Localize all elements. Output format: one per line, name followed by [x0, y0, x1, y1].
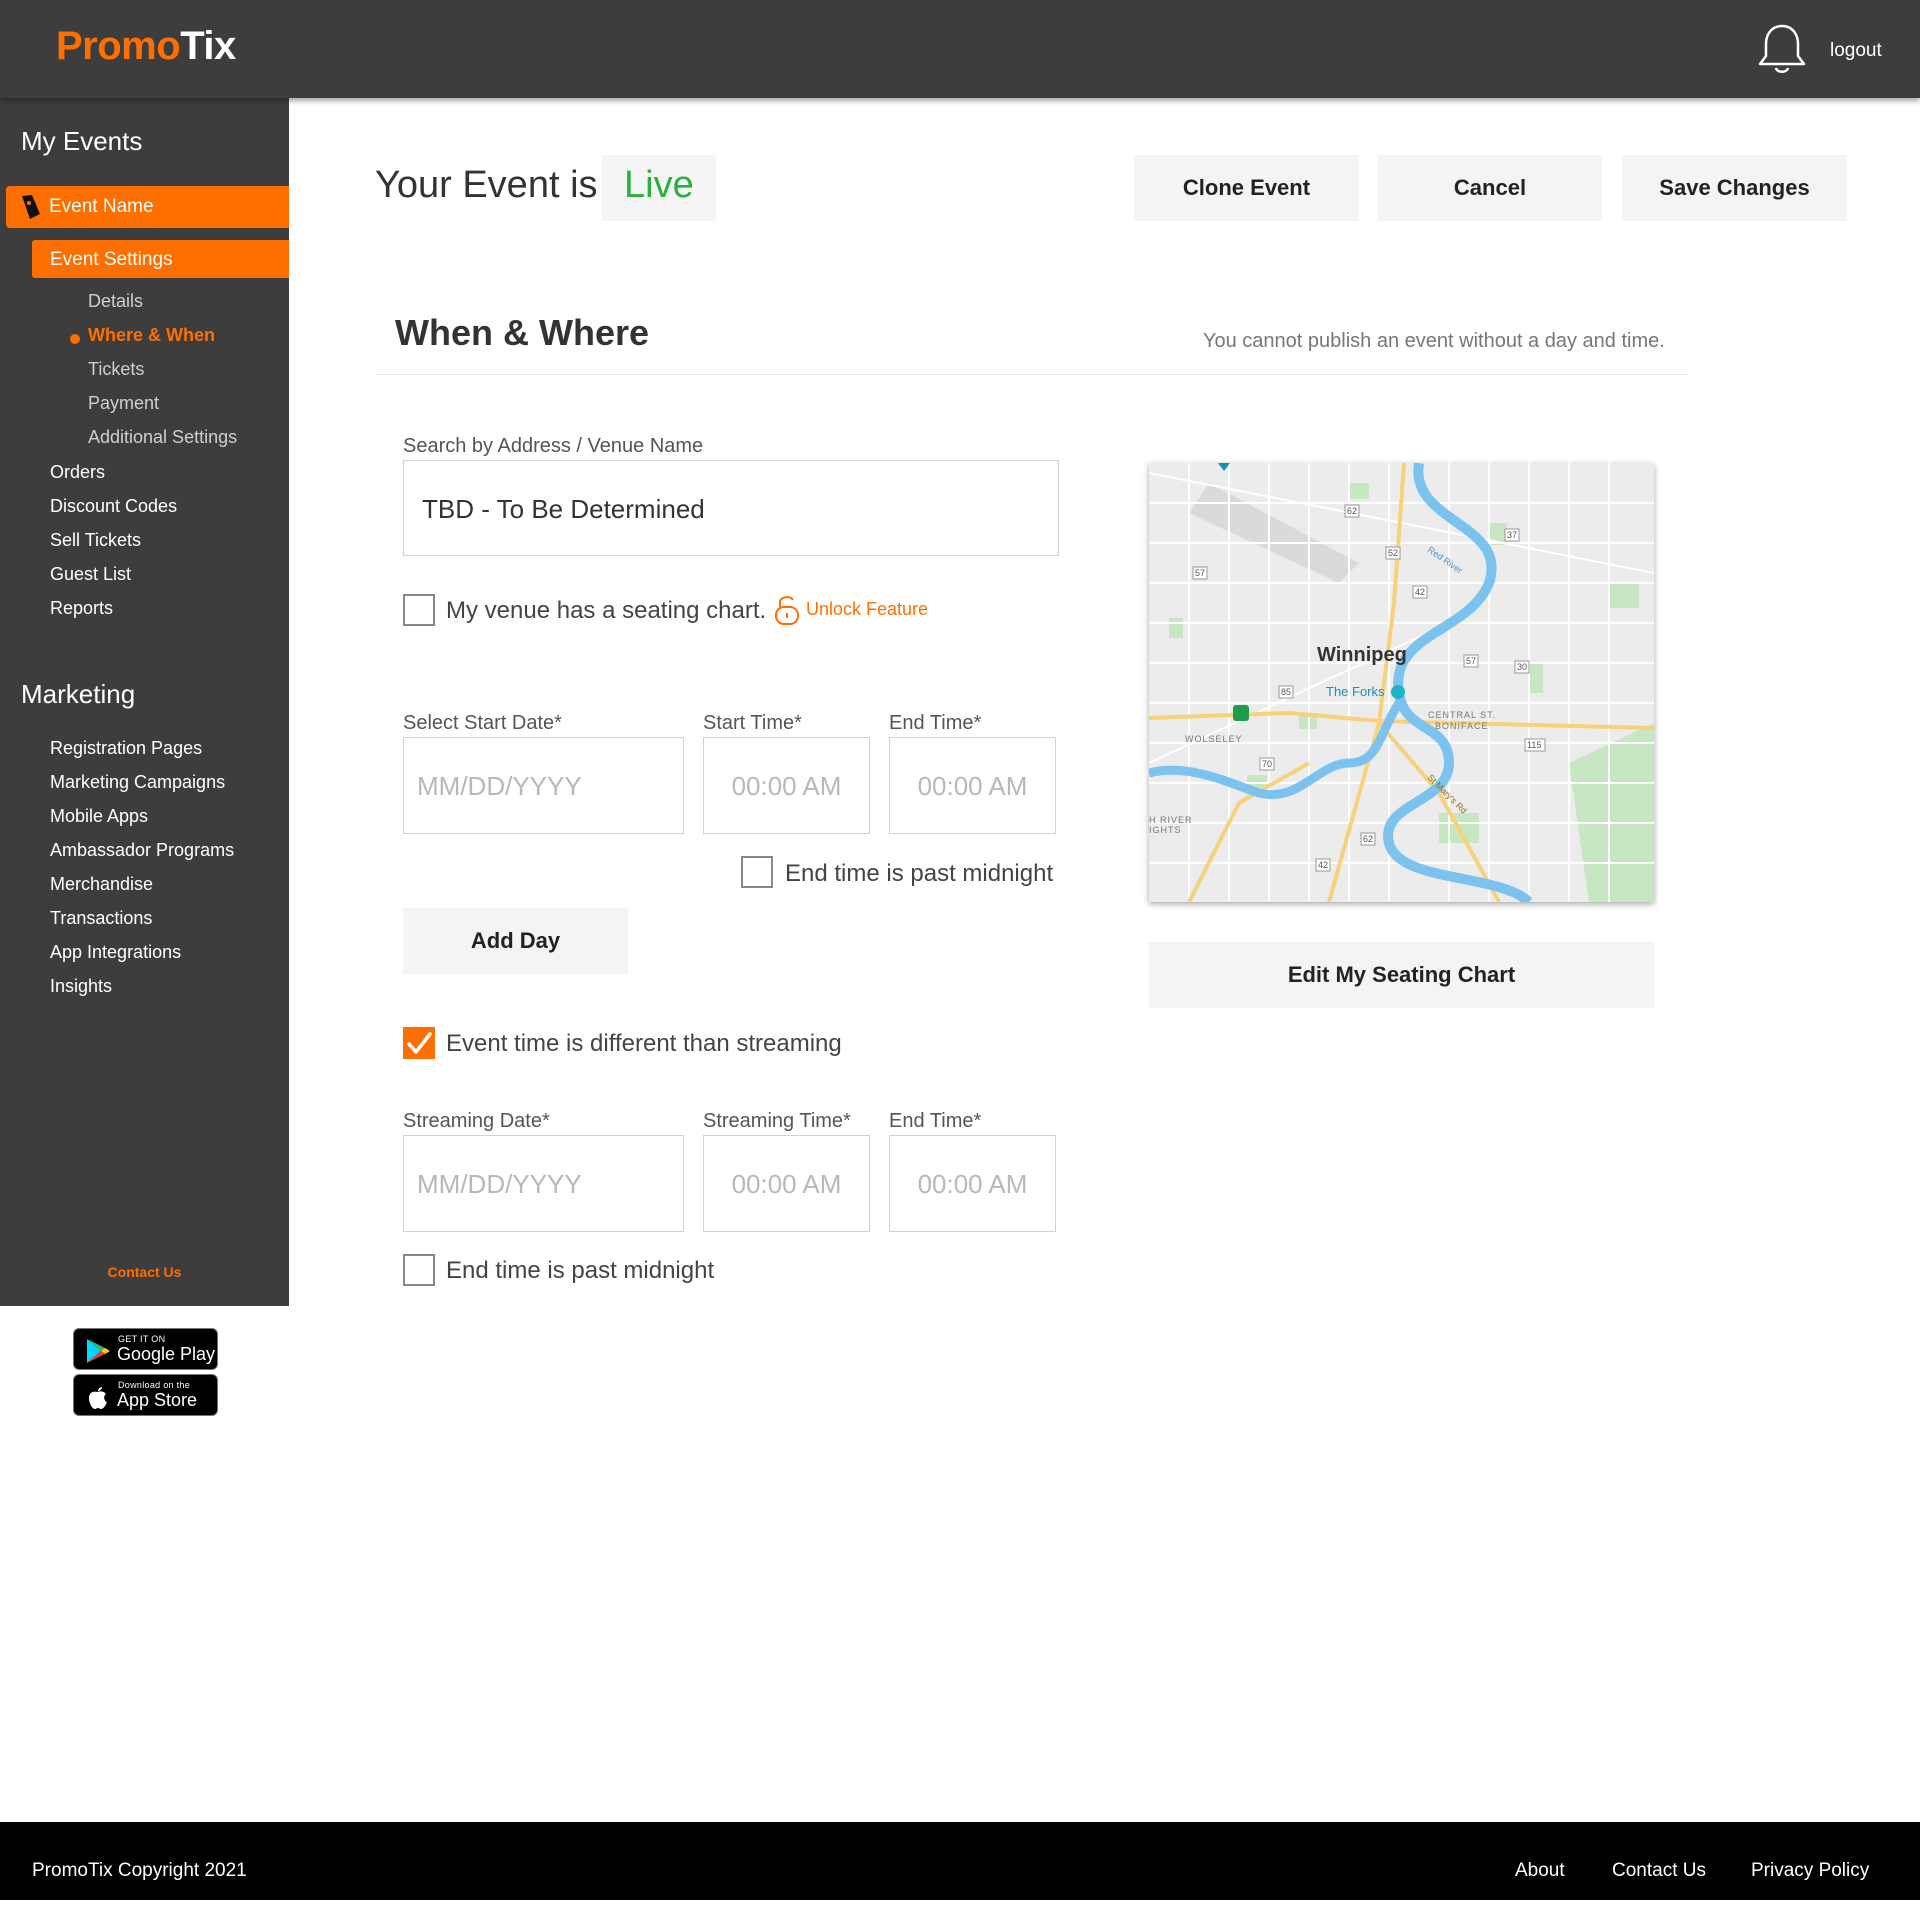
- add-day-button[interactable]: Add Day: [403, 908, 628, 974]
- route-shield: 57: [1195, 568, 1205, 578]
- footer-about-link[interactable]: About: [1515, 1860, 1565, 1882]
- end-time-label: End Time*: [889, 712, 982, 734]
- start-time-input[interactable]: 00:00 AM: [703, 737, 870, 834]
- start-date-label: Select Start Date*: [403, 712, 562, 734]
- sidebar-item-event-name[interactable]: Event Name: [6, 186, 289, 228]
- seating-chart-checkbox[interactable]: [403, 594, 435, 626]
- clone-event-button[interactable]: Clone Event: [1134, 155, 1359, 221]
- route-shield: 62: [1363, 834, 1373, 844]
- route-shield: 70: [1262, 759, 1272, 769]
- sidebar-item-mobile-apps[interactable]: Mobile Apps: [50, 806, 148, 827]
- route-shield: 52: [1388, 548, 1398, 558]
- section-divider: [375, 374, 1689, 375]
- streaming-time-input[interactable]: 00:00 AM: [703, 1135, 870, 1232]
- map-district-label: WOLSELEY: [1185, 734, 1243, 744]
- end-time-input[interactable]: 00:00 AM: [889, 737, 1056, 834]
- sidebar-item-payment[interactable]: Payment: [88, 393, 159, 414]
- sidebar: My Events Event Name Event Settings Deta…: [0, 98, 289, 1306]
- sidebar-item-insights[interactable]: Insights: [50, 976, 112, 997]
- route-shield: 42: [1318, 860, 1328, 870]
- sidebar-item-orders[interactable]: Orders: [50, 462, 105, 483]
- footer-contact-link[interactable]: Contact Us: [1612, 1860, 1706, 1882]
- map-city-label: Winnipeg: [1317, 644, 1407, 666]
- sidebar-item-event-settings[interactable]: Event Settings: [32, 240, 289, 278]
- map-district-label: BONIFACE: [1435, 721, 1489, 731]
- event-status-value: Live: [624, 164, 694, 206]
- route-shield: 115: [1527, 740, 1541, 750]
- sidebar-item-marketing-campaigns[interactable]: Marketing Campaigns: [50, 772, 225, 793]
- sidebar-contact-us-link[interactable]: Contact Us: [0, 1264, 289, 1280]
- event-name-label: Event Name: [49, 196, 154, 217]
- my-events-heading: My Events: [21, 126, 143, 156]
- apple-icon: [89, 1387, 107, 1409]
- edit-seating-chart-button[interactable]: Edit My Seating Chart: [1149, 942, 1654, 1008]
- app-store-badge[interactable]: Download on the App Store: [73, 1374, 218, 1416]
- logout-link[interactable]: logout: [1830, 40, 1882, 62]
- route-shield: 37: [1507, 530, 1517, 540]
- promotix-logo[interactable]: PromoTix: [56, 24, 236, 69]
- route-shield: 57: [1466, 656, 1476, 666]
- past-midnight-checkbox[interactable]: [741, 856, 773, 888]
- streaming-different-checkbox[interactable]: [403, 1027, 435, 1059]
- footer-privacy-link[interactable]: Privacy Policy: [1751, 1860, 1869, 1882]
- google-play-icon: [87, 1339, 110, 1363]
- sidebar-item-merchandise[interactable]: Merchandise: [50, 874, 153, 895]
- map-poi-pin-icon: [1391, 685, 1405, 699]
- route-shield: 85: [1281, 687, 1291, 697]
- streaming-past-midnight-checkbox[interactable]: [403, 1254, 435, 1286]
- sidebar-item-ambassador-programs[interactable]: Ambassador Programs: [50, 840, 234, 861]
- active-indicator-dot: [70, 334, 80, 344]
- footer-copyright: PromoTix Copyright 2021: [32, 1860, 247, 1881]
- footer: PromoTix Copyright 2021 About Contact Us…: [0, 1822, 1920, 1900]
- sidebar-item-app-integrations[interactable]: App Integrations: [50, 942, 181, 963]
- checkmark-icon: [407, 1032, 432, 1054]
- streaming-end-time-label: End Time*: [889, 1110, 982, 1132]
- start-time-label: Start Time*: [703, 712, 802, 734]
- route-shield: 42: [1415, 587, 1425, 597]
- map-graphic: Winnipeg The Forks CENTRAL ST. BONIFACE …: [1149, 463, 1654, 902]
- ticket-icon: [22, 195, 40, 219]
- sidebar-item-discount-codes[interactable]: Discount Codes: [50, 496, 177, 517]
- notification-bell-icon[interactable]: [1756, 22, 1808, 76]
- sidebar-item-reports[interactable]: Reports: [50, 598, 113, 619]
- route-shield: 30: [1517, 662, 1527, 672]
- map-poi-label: The Forks: [1326, 684, 1385, 699]
- streaming-date-label: Streaming Date*: [403, 1110, 550, 1132]
- sidebar-item-guest-list[interactable]: Guest List: [50, 564, 131, 585]
- top-bar: PromoTix logout: [0, 0, 1920, 98]
- streaming-date-input[interactable]: MM/DD/YYYY: [403, 1135, 684, 1232]
- map-district-label: IGHTS: [1149, 825, 1182, 835]
- streaming-end-time-input[interactable]: 00:00 AM: [889, 1135, 1056, 1232]
- venue-search-input[interactable]: TBD - To Be Determined: [403, 460, 1059, 556]
- past-midnight-label: End time is past midnight: [785, 860, 1054, 887]
- sidebar-item-sell-tickets[interactable]: Sell Tickets: [50, 530, 141, 551]
- marketing-heading: Marketing: [21, 679, 136, 709]
- streaming-different-label: Event time is different than streaming: [446, 1030, 842, 1057]
- event-status-prefix: Your Event is: [375, 164, 598, 206]
- sidebar-item-additional-settings[interactable]: Additional Settings: [88, 427, 237, 448]
- section-title: When & Where: [395, 312, 650, 353]
- save-changes-button[interactable]: Save Changes: [1622, 155, 1847, 221]
- seating-chart-label: My venue has a seating chart.: [446, 597, 767, 624]
- unlock-icon: [775, 596, 799, 625]
- sidebar-item-registration-pages[interactable]: Registration Pages: [50, 738, 202, 759]
- streaming-time-label: Streaming Time*: [703, 1110, 851, 1132]
- sidebar-item-where-when[interactable]: Where & When: [88, 325, 215, 346]
- google-play-badge[interactable]: GET IT ON Google Play: [73, 1328, 218, 1370]
- streaming-past-midnight-label: End time is past midnight: [446, 1257, 715, 1284]
- event-status-badge: Live: [602, 155, 716, 221]
- sidebar-item-transactions[interactable]: Transactions: [50, 908, 152, 929]
- sidebar-item-tickets[interactable]: Tickets: [88, 359, 144, 380]
- route-shield: 62: [1347, 506, 1357, 516]
- cancel-button[interactable]: Cancel: [1378, 155, 1602, 221]
- map-district-label: H RIVER: [1149, 815, 1193, 825]
- venue-search-label: Search by Address / Venue Name: [403, 435, 704, 457]
- section-note: You cannot publish an event without a da…: [1203, 330, 1665, 352]
- start-date-input[interactable]: MM/DD/YYYY: [403, 737, 684, 834]
- unlock-feature-link[interactable]: Unlock Feature: [774, 594, 928, 631]
- map-hospital-icon: [1233, 705, 1249, 721]
- venue-map[interactable]: Winnipeg The Forks CENTRAL ST. BONIFACE …: [1149, 463, 1654, 902]
- map-district-label: CENTRAL ST.: [1428, 710, 1496, 720]
- sidebar-item-details[interactable]: Details: [88, 291, 143, 312]
